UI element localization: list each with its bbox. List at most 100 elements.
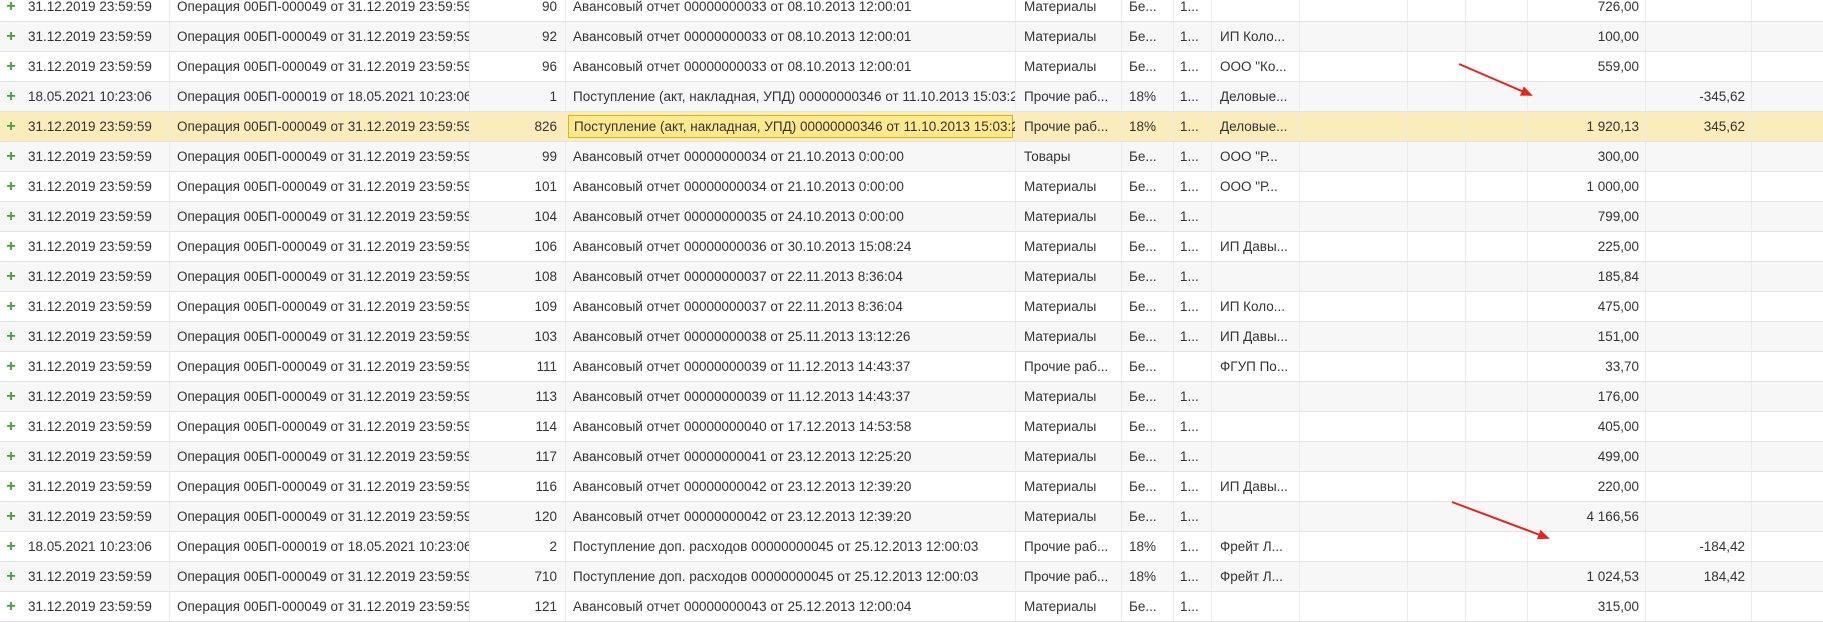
row-empty-cell[interactable]: [1752, 232, 1823, 261]
row-expense-kind[interactable]: Прочие раб...: [1016, 532, 1122, 561]
table-row[interactable]: +31.12.2019 23:59:59 Операция 00БП-000049…: [0, 52, 1823, 82]
row-line-number[interactable]: 96: [470, 52, 566, 81]
document-link[interactable]: Авансовый отчет 00000000037 от 22.11.201…: [573, 292, 903, 321]
row-line-number[interactable]: 710: [470, 562, 566, 591]
row-vat-amount[interactable]: [1646, 202, 1752, 231]
row-empty-cell[interactable]: [1466, 442, 1528, 471]
row-empty-cell[interactable]: [1752, 202, 1823, 231]
row-account[interactable]: 1...: [1174, 412, 1212, 441]
document-link[interactable]: Поступление доп. расходов 00000000045 от…: [573, 562, 978, 591]
row-empty-cell[interactable]: [1300, 592, 1408, 621]
row-operation[interactable]: Операция 00БП-000049 от 31.12.2019 23:59…: [170, 502, 470, 531]
row-date[interactable]: 31.12.2019 23:59:59: [22, 52, 170, 81]
row-date[interactable]: 31.12.2019 23:59:59: [22, 112, 170, 141]
row-empty-cell[interactable]: [1408, 202, 1466, 231]
row-counterparty[interactable]: [1212, 442, 1300, 471]
row-operation[interactable]: Операция 00БП-000049 от 31.12.2019 23:59…: [170, 442, 470, 471]
row-expense-kind[interactable]: Материалы: [1016, 502, 1122, 531]
table-row[interactable]: +31.12.2019 23:59:59 Операция 00БП-000049…: [0, 472, 1823, 502]
row-operation[interactable]: Операция 00БП-000049 от 31.12.2019 23:59…: [170, 592, 470, 621]
row-line-number[interactable]: 104: [470, 202, 566, 231]
row-empty-cell[interactable]: [1752, 0, 1823, 21]
row-account[interactable]: 1...: [1174, 322, 1212, 351]
row-counterparty[interactable]: [1212, 592, 1300, 621]
document-link[interactable]: Поступление доп. расходов 00000000045 от…: [573, 532, 978, 561]
row-date[interactable]: 31.12.2019 23:59:59: [22, 592, 170, 621]
row-operation[interactable]: Операция 00БП-000049 от 31.12.2019 23:59…: [170, 472, 470, 501]
row-expense-kind[interactable]: Материалы: [1016, 232, 1122, 261]
table-row[interactable]: +31.12.2019 23:59:59 Операция 00БП-000049…: [0, 112, 1823, 142]
table-row[interactable]: +31.12.2019 23:59:59 Операция 00БП-000049…: [0, 322, 1823, 352]
table-row[interactable]: +31.12.2019 23:59:59 Операция 00БП-000049…: [0, 382, 1823, 412]
row-vat-rate[interactable]: Бе...: [1122, 502, 1174, 531]
row-empty-cell[interactable]: [1466, 382, 1528, 411]
row-empty-cell[interactable]: [1300, 262, 1408, 291]
document-link[interactable]: Авансовый отчет 00000000033 от 08.10.201…: [573, 0, 911, 21]
row-operation[interactable]: Операция 00БП-000049 от 31.12.2019 23:59…: [170, 352, 470, 381]
row-counterparty[interactable]: [1212, 502, 1300, 531]
row-vat-rate[interactable]: Бе...: [1122, 382, 1174, 411]
row-amount[interactable]: 185,84: [1528, 262, 1646, 291]
row-empty-cell[interactable]: [1752, 82, 1823, 111]
table-row[interactable]: +31.12.2019 23:59:59 Операция 00БП-000049…: [0, 232, 1823, 262]
row-date[interactable]: 31.12.2019 23:59:59: [22, 322, 170, 351]
row-date[interactable]: 31.12.2019 23:59:59: [22, 292, 170, 321]
row-empty-cell[interactable]: [1466, 532, 1528, 561]
row-document[interactable]: Авансовый отчет 00000000043 от 25.12.201…: [566, 592, 1016, 621]
row-expense-kind[interactable]: Материалы: [1016, 322, 1122, 351]
row-counterparty[interactable]: Фрейт Л...: [1212, 562, 1300, 591]
row-vat-amount[interactable]: [1646, 52, 1752, 81]
row-account[interactable]: 1...: [1174, 142, 1212, 171]
row-amount[interactable]: 559,00: [1528, 52, 1646, 81]
row-vat-rate[interactable]: Бе...: [1122, 292, 1174, 321]
row-counterparty[interactable]: [1212, 412, 1300, 441]
row-empty-cell[interactable]: [1408, 412, 1466, 441]
row-document[interactable]: Авансовый отчет 00000000037 от 22.11.201…: [566, 292, 1016, 321]
row-vat-rate[interactable]: 18%: [1122, 112, 1174, 141]
row-amount[interactable]: 176,00: [1528, 382, 1646, 411]
row-empty-cell[interactable]: [1466, 592, 1528, 621]
row-empty-cell[interactable]: [1300, 562, 1408, 591]
row-account[interactable]: 1...: [1174, 52, 1212, 81]
row-vat-amount[interactable]: [1646, 142, 1752, 171]
row-line-number[interactable]: 109: [470, 292, 566, 321]
row-document[interactable]: Авансовый отчет 00000000036 от 30.10.201…: [566, 232, 1016, 261]
row-empty-cell[interactable]: [1466, 472, 1528, 501]
table-row[interactable]: +31.12.2019 23:59:59 Операция 00БП-000049…: [0, 442, 1823, 472]
row-date[interactable]: 18.05.2021 10:23:06: [22, 532, 170, 561]
row-empty-cell[interactable]: [1300, 382, 1408, 411]
row-expense-kind[interactable]: Прочие раб...: [1016, 562, 1122, 591]
row-vat-rate[interactable]: 18%: [1122, 562, 1174, 591]
row-empty-cell[interactable]: [1408, 292, 1466, 321]
row-line-number[interactable]: 111: [470, 352, 566, 381]
row-empty-cell[interactable]: [1408, 442, 1466, 471]
row-document[interactable]: Авансовый отчет 00000000039 от 11.12.201…: [566, 352, 1016, 381]
row-empty-cell[interactable]: [1752, 502, 1823, 531]
row-vat-amount[interactable]: [1646, 472, 1752, 501]
row-line-number[interactable]: 1: [470, 82, 566, 111]
row-expense-kind[interactable]: Прочие раб...: [1016, 112, 1122, 141]
row-vat-amount[interactable]: [1646, 172, 1752, 201]
row-empty-cell[interactable]: [1466, 52, 1528, 81]
document-link[interactable]: Авансовый отчет 00000000034 от 21.10.201…: [573, 172, 904, 201]
row-vat-rate[interactable]: Бе...: [1122, 472, 1174, 501]
row-account[interactable]: 1...: [1174, 442, 1212, 471]
row-empty-cell[interactable]: [1466, 352, 1528, 381]
table-row[interactable]: +31.12.2019 23:59:59 Операция 00БП-000049…: [0, 292, 1823, 322]
row-vat-rate[interactable]: Бе...: [1122, 52, 1174, 81]
row-vat-rate[interactable]: Бе...: [1122, 172, 1174, 201]
table-row[interactable]: +31.12.2019 23:59:59 Операция 00БП-000049…: [0, 0, 1823, 22]
row-empty-cell[interactable]: [1466, 502, 1528, 531]
row-date[interactable]: 31.12.2019 23:59:59: [22, 412, 170, 441]
row-empty-cell[interactable]: [1408, 472, 1466, 501]
row-expense-kind[interactable]: Материалы: [1016, 22, 1122, 51]
document-link[interactable]: Поступление (акт, накладная, УПД) 000000…: [573, 82, 1015, 111]
table-row[interactable]: +31.12.2019 23:59:59 Операция 00БП-000049…: [0, 172, 1823, 202]
row-vat-amount[interactable]: [1646, 352, 1752, 381]
row-empty-cell[interactable]: [1466, 322, 1528, 351]
row-date[interactable]: 31.12.2019 23:59:59: [22, 502, 170, 531]
row-expense-kind[interactable]: Материалы: [1016, 592, 1122, 621]
row-empty-cell[interactable]: [1408, 532, 1466, 561]
row-amount[interactable]: 1 000,00: [1528, 172, 1646, 201]
row-date[interactable]: 31.12.2019 23:59:59: [22, 0, 170, 21]
